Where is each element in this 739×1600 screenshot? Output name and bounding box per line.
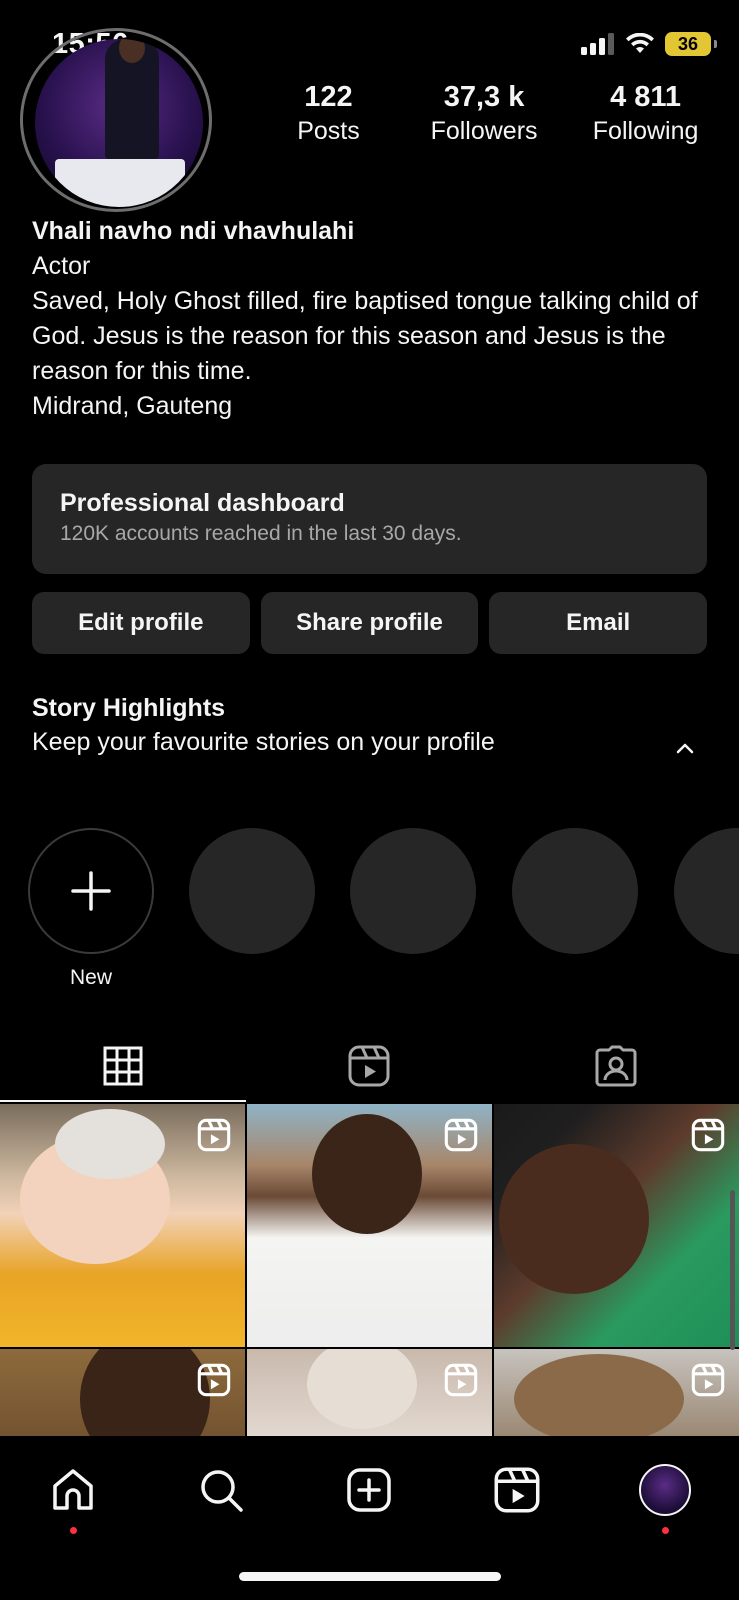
profile-category: Actor	[32, 252, 91, 280]
professional-dashboard[interactable]: Professional dashboard 120K accounts rea…	[32, 464, 707, 574]
reel-badge-icon	[197, 1118, 231, 1152]
reel-badge-icon	[197, 1363, 231, 1397]
battery-indicator: 36	[665, 32, 717, 56]
profile-name: Vhali navho ndi vhavhulahi	[32, 217, 355, 245]
reels-icon	[348, 1045, 390, 1087]
content-tabs	[0, 1030, 739, 1102]
dashboard-title: Professional dashboard	[60, 489, 345, 517]
followers-label: Followers	[430, 117, 538, 145]
tagged-icon	[595, 1045, 637, 1087]
story-highlights-header: Story Highlights Keep your favourite sto…	[32, 690, 707, 758]
highlights-title: Story Highlights	[32, 694, 226, 722]
profile-avatar[interactable]	[20, 28, 212, 212]
profile-bio: Vhali navho ndi vhavhulahi Actor Saved, …	[32, 214, 722, 424]
highlight-placeholder	[512, 828, 638, 954]
scrollbar[interactable]	[730, 1190, 735, 1350]
story-highlights-row: New	[28, 828, 739, 998]
reel-badge-icon	[691, 1118, 725, 1152]
following-stat[interactable]: 4 811 Following	[581, 80, 710, 148]
reel-badge-icon	[691, 1363, 725, 1397]
search-icon	[201, 1470, 243, 1512]
tab-tagged[interactable]	[493, 1030, 739, 1102]
profile-location: Midrand, Gauteng	[32, 392, 233, 420]
nav-reels[interactable]	[487, 1460, 547, 1520]
reel-badge-icon	[444, 1363, 478, 1397]
posts-count: 122	[304, 81, 353, 113]
signal-icon	[581, 33, 614, 55]
grid-post[interactable]	[247, 1104, 492, 1347]
nav-search[interactable]	[191, 1460, 251, 1520]
following-count: 4 811	[610, 81, 682, 113]
reels-icon	[494, 1467, 540, 1513]
nav-profile[interactable]	[635, 1460, 695, 1534]
posts-label: Posts	[297, 117, 360, 145]
highlight-placeholder	[674, 828, 739, 954]
new-highlight-label: New	[69, 966, 112, 989]
followers-count: 37,3 k	[443, 81, 525, 113]
home-indicator[interactable]	[239, 1572, 501, 1581]
tab-reels[interactable]	[246, 1030, 492, 1102]
chevron-up-icon[interactable]	[671, 734, 699, 762]
tab-posts-grid[interactable]	[0, 1030, 247, 1102]
profile-actions: Edit profile Share profile Email	[32, 592, 708, 654]
reel-badge-icon	[444, 1118, 478, 1152]
battery-level: 36	[677, 33, 699, 54]
followers-stat[interactable]: 37,3 k Followers	[387, 80, 581, 148]
grid-post[interactable]	[0, 1104, 245, 1347]
avatar	[639, 1464, 691, 1516]
following-label: Following	[592, 117, 699, 145]
notification-dot	[662, 1527, 669, 1534]
edit-profile-button[interactable]: Edit profile	[32, 592, 250, 654]
new-highlight-button[interactable]: New	[28, 828, 154, 990]
highlight-placeholder	[350, 828, 476, 954]
create-icon	[347, 1468, 391, 1512]
bottom-navigation	[0, 1436, 739, 1600]
nav-create[interactable]	[339, 1460, 399, 1520]
status-icons: 36	[581, 32, 717, 56]
notification-dot	[70, 1527, 77, 1534]
share-profile-button[interactable]: Share profile	[260, 592, 479, 654]
profile-bio-text: Saved, Holy Ghost filled, fire baptised …	[32, 287, 698, 385]
email-button[interactable]: Email	[489, 592, 708, 654]
grid-post[interactable]	[247, 1349, 492, 1436]
highlights-subtitle: Keep your favourite stories on your prof…	[32, 728, 495, 756]
plus-icon	[71, 871, 111, 911]
wifi-icon	[626, 33, 654, 53]
posts-grid	[0, 1104, 739, 1436]
avatar-photo	[35, 39, 203, 207]
grid-icon	[103, 1046, 143, 1086]
profile-stats: 122 Posts 37,3 k Followers 4 811 Followi…	[270, 80, 710, 148]
nav-home[interactable]	[43, 1460, 103, 1534]
highlight-placeholder	[189, 828, 315, 954]
grid-post[interactable]	[494, 1349, 739, 1436]
dashboard-subtitle: 120K accounts reached in the last 30 day…	[60, 522, 462, 545]
posts-stat[interactable]: 122 Posts	[270, 80, 387, 148]
home-icon	[53, 1469, 93, 1510]
grid-post[interactable]	[0, 1349, 245, 1436]
grid-post[interactable]	[494, 1104, 739, 1347]
